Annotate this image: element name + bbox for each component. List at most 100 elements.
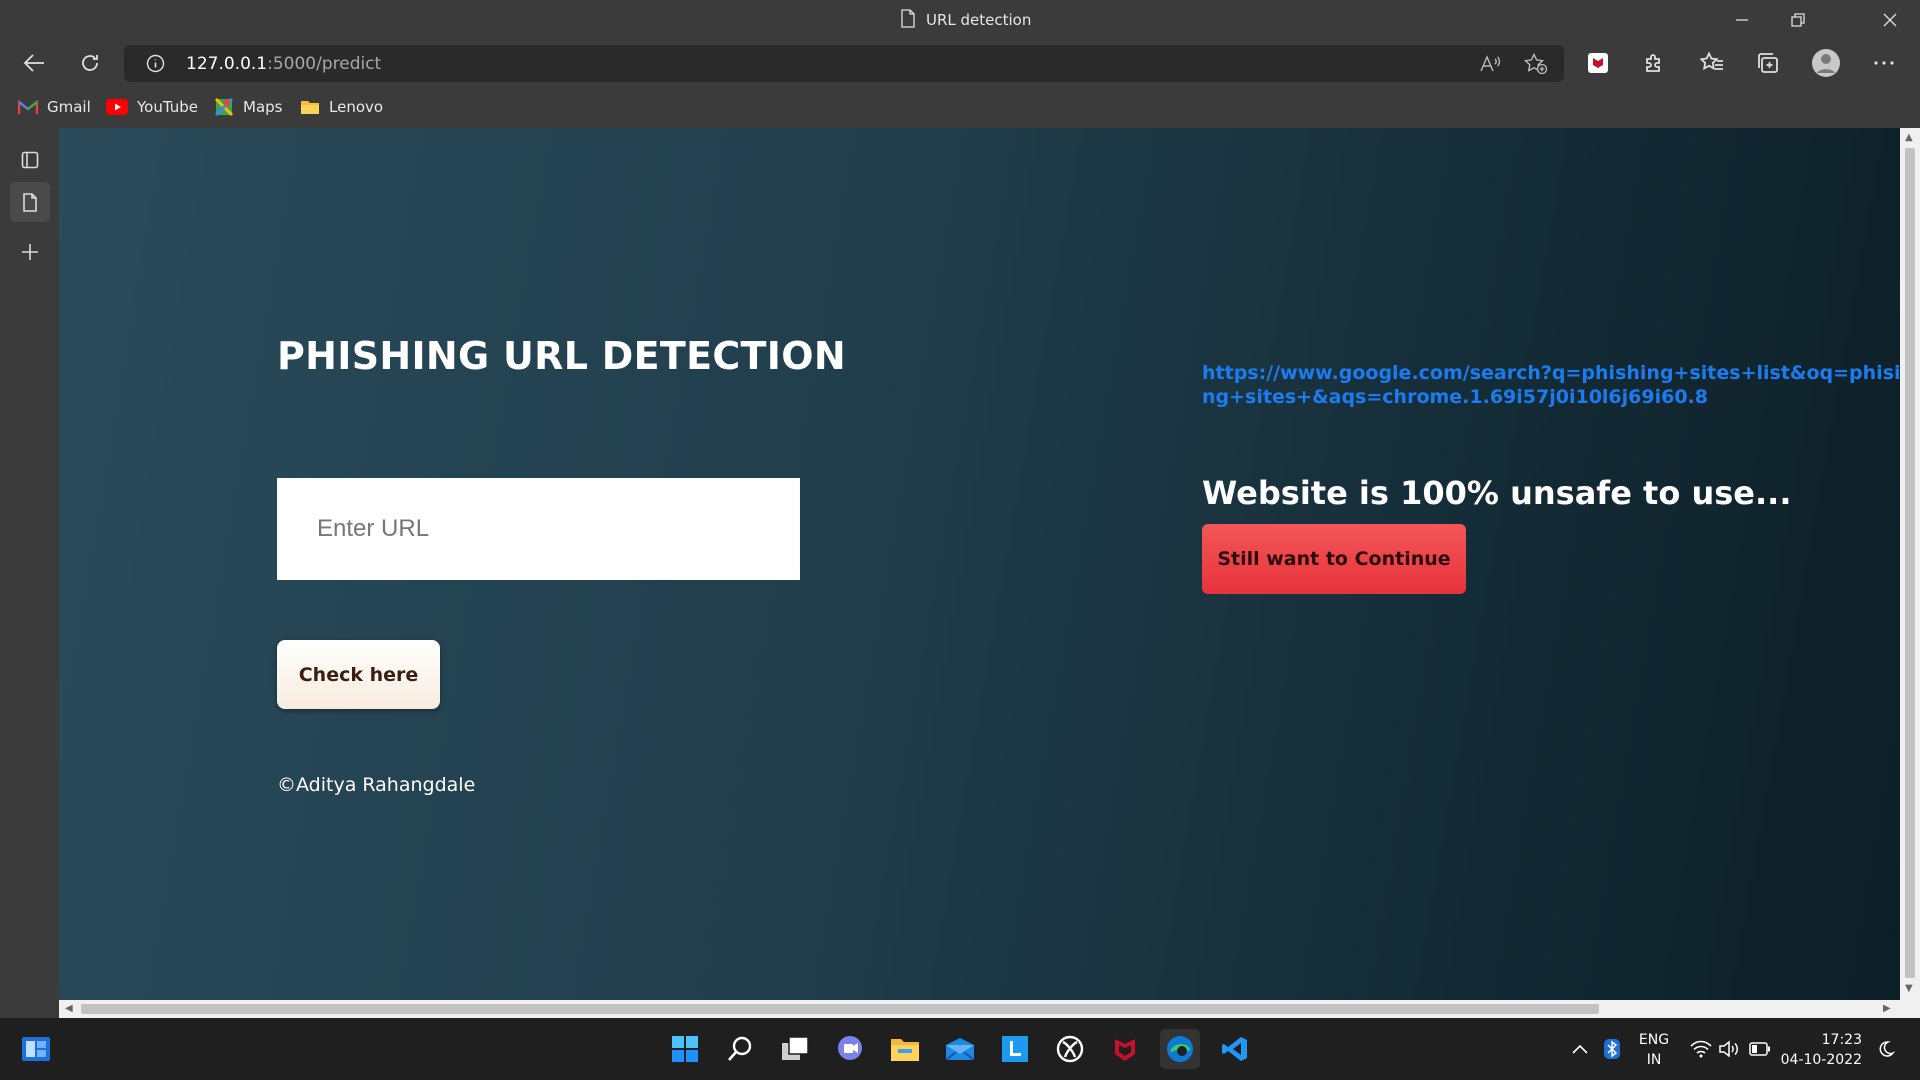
page-icon	[23, 192, 37, 212]
mail-button[interactable]	[940, 1029, 980, 1069]
bookmark-gmail[interactable]: Gmail	[18, 96, 91, 118]
bookmarks-bar: Gmail YouTube Maps Lenovo	[0, 86, 1920, 128]
still-want-to-continue-button[interactable]: Still want to Continue	[1202, 524, 1466, 594]
info-icon[interactable]	[146, 54, 165, 77]
scroll-up-icon[interactable]: ▲	[1905, 133, 1913, 143]
address-bar[interactable]: 127.0.0.1:5000/predict	[124, 45, 1564, 82]
horizontal-scrollbar[interactable]: ◀ ▶	[59, 1000, 1920, 1018]
edge-browser-button[interactable]	[1160, 1029, 1200, 1069]
lenovo-l-icon	[1002, 1036, 1028, 1062]
bookmark-label: Lenovo	[329, 98, 384, 116]
back-button[interactable]	[16, 45, 52, 81]
mcafee-shield-icon	[1588, 53, 1608, 73]
avatar-icon	[1812, 49, 1840, 77]
maps-icon	[214, 97, 234, 117]
vertical-tabs-rail	[0, 128, 59, 1018]
vertical-scrollbar[interactable]: ▲ ▼	[1900, 128, 1920, 1000]
minimize-icon	[1736, 19, 1748, 21]
check-here-button[interactable]: Check here	[277, 640, 440, 709]
minimize-button[interactable]	[1714, 0, 1770, 40]
vscode-button[interactable]	[1215, 1029, 1255, 1069]
task-view-button[interactable]	[775, 1029, 815, 1069]
url-input[interactable]	[277, 478, 800, 580]
teams-chat-button[interactable]	[830, 1029, 870, 1069]
wifi-icon	[1690, 1040, 1712, 1058]
bookmark-lenovo[interactable]: Lenovo	[300, 96, 383, 118]
address-url[interactable]: 127.0.0.1:5000/predict	[186, 54, 381, 74]
task-view-icon	[782, 1036, 809, 1060]
battery-icon	[1749, 1042, 1770, 1056]
search-button[interactable]	[720, 1029, 760, 1069]
restore-icon	[1791, 13, 1805, 27]
speaker-icon	[1719, 1040, 1738, 1058]
title-bar: URL detection	[0, 0, 1920, 40]
wifi-button[interactable]	[1688, 1018, 1714, 1080]
more-dots-icon	[1874, 61, 1894, 65]
bookmark-youtube[interactable]: YouTube	[106, 96, 198, 118]
back-arrow-icon	[23, 54, 44, 72]
scroll-left-icon[interactable]: ◀	[65, 1004, 73, 1014]
language-code: ENG	[1638, 1032, 1670, 1048]
favorites-button[interactable]	[1694, 45, 1730, 81]
volume-button[interactable]	[1716, 1018, 1742, 1080]
page-title: PHISHING URL DETECTION	[277, 334, 846, 378]
chat-icon	[838, 1036, 862, 1060]
battery-button[interactable]	[1746, 1018, 1774, 1080]
screen: URL detection 127.0.0.1:5000/predict Gma…	[0, 0, 1920, 1080]
language-indicator[interactable]: ENG IN	[1636, 1030, 1672, 1070]
result-message: Website is 100% unsafe to use...	[1202, 474, 1792, 512]
settings-more-button[interactable]	[1866, 45, 1902, 81]
scroll-down-icon[interactable]: ▼	[1905, 984, 1913, 994]
restore-button[interactable]	[1770, 0, 1826, 40]
clock[interactable]: 17:23 04-10-2022	[1780, 1030, 1862, 1070]
read-aloud-icon[interactable]	[1478, 52, 1502, 76]
collections-button[interactable]	[1750, 45, 1786, 81]
taskbar: ENG IN 17:23 04-10-2022	[0, 1018, 1920, 1080]
collections-icon	[1758, 53, 1778, 73]
horizontal-scroll-thumb[interactable]	[81, 1004, 1599, 1014]
tab-actions-button[interactable]	[10, 140, 50, 180]
vscode-icon	[1222, 1037, 1247, 1061]
file-explorer-button[interactable]	[885, 1029, 925, 1069]
copyright-text: ©Aditya Rahangdale	[277, 774, 476, 796]
folder-icon	[891, 1039, 919, 1061]
gmail-icon	[18, 99, 38, 114]
browser-toolbar: 127.0.0.1:5000/predict	[0, 40, 1920, 86]
lenovo-vantage-button[interactable]	[995, 1029, 1035, 1069]
add-favorite-icon[interactable]	[1524, 52, 1548, 76]
profile-button[interactable]	[1808, 45, 1844, 81]
mail-icon	[945, 1038, 975, 1061]
scroll-right-icon[interactable]: ▶	[1883, 1004, 1891, 1014]
address-path: :5000/predict	[267, 54, 382, 74]
focus-assist-button[interactable]	[1872, 1018, 1900, 1080]
chevron-up-icon	[1572, 1044, 1588, 1054]
puzzle-icon	[1646, 54, 1660, 72]
bookmark-maps[interactable]: Maps	[214, 96, 282, 118]
bluetooth-button[interactable]	[1600, 1018, 1624, 1080]
result-url-link[interactable]: https://www.google.com/search?q=phishing…	[1202, 361, 1900, 409]
tab-actions-icon	[21, 151, 39, 169]
moon-icon	[1879, 1041, 1895, 1057]
new-tab-button[interactable]	[10, 232, 50, 272]
windows-logo-icon	[672, 1036, 698, 1062]
close-icon	[1883, 13, 1897, 27]
mcafee-extension-button[interactable]	[1580, 45, 1616, 81]
mcafee-shield-icon	[1115, 1039, 1135, 1061]
bookmark-label: Maps	[243, 98, 283, 116]
refresh-button[interactable]	[72, 45, 108, 81]
start-button[interactable]	[665, 1029, 705, 1069]
widgets-button[interactable]	[16, 1029, 56, 1069]
bluetooth-icon	[1604, 1039, 1620, 1059]
xbox-button[interactable]	[1050, 1029, 1090, 1069]
plus-icon	[22, 244, 38, 260]
vertical-scroll-thumb[interactable]	[1905, 148, 1915, 978]
tab-url-detection[interactable]	[10, 182, 50, 222]
close-button[interactable]	[1862, 0, 1918, 40]
edge-icon	[1167, 1036, 1193, 1062]
clock-time: 17:23	[1821, 1032, 1862, 1048]
mcafee-button[interactable]	[1105, 1029, 1145, 1069]
extensions-button[interactable]	[1636, 45, 1672, 81]
region-code: IN	[1646, 1052, 1662, 1068]
folder-icon	[301, 101, 319, 114]
show-hidden-icons-button[interactable]	[1568, 1018, 1592, 1080]
